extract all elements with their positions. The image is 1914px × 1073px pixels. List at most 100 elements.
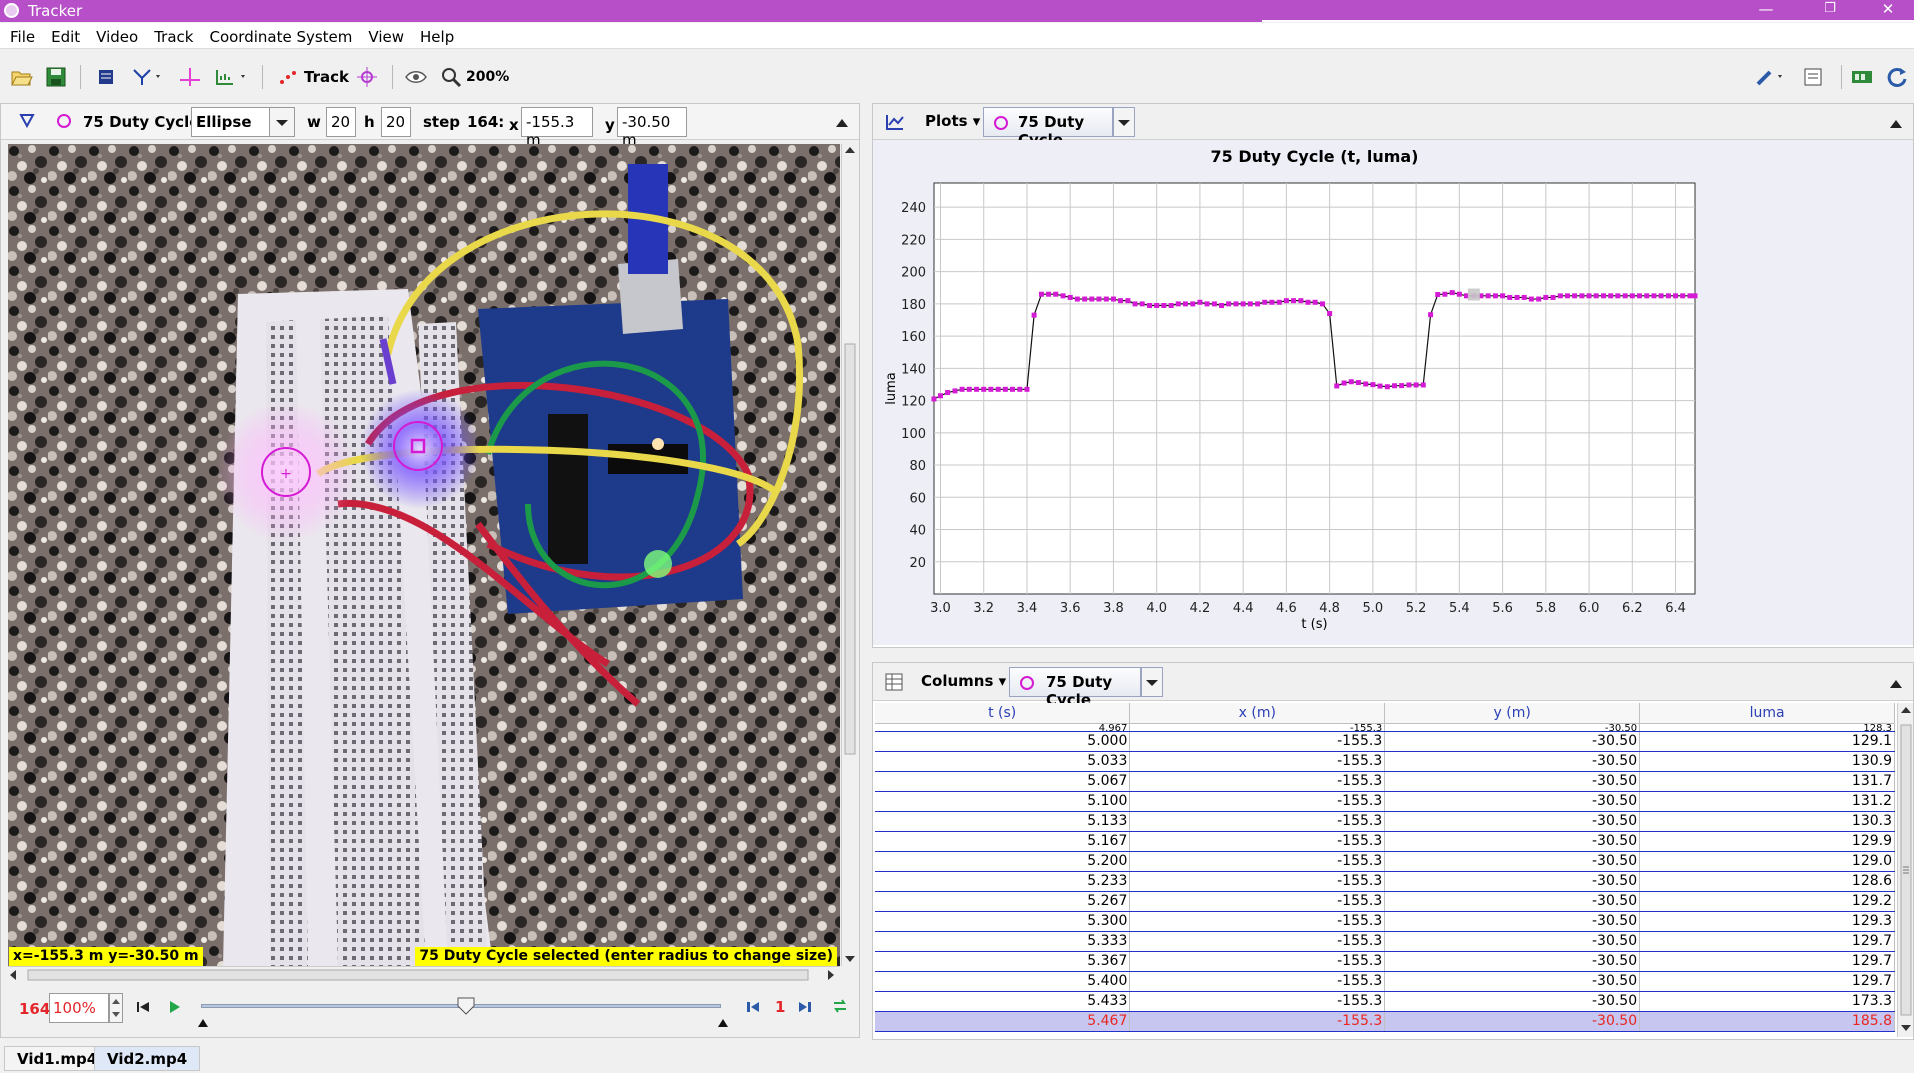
- plot-area[interactable]: 75 Duty Cycle (t, luma) 3.0 3.2 3.4 3.6 3.8 4.…: [873, 140, 1913, 645]
- tape-measure-icon[interactable]: [213, 62, 249, 92]
- track-name[interactable]: 75 Duty Cycle: [83, 113, 199, 131]
- column-header[interactable]: t (s): [875, 703, 1131, 724]
- rate-spinner[interactable]: [109, 993, 123, 1023]
- eye-icon[interactable]: [404, 62, 428, 92]
- step-size[interactable]: 1: [775, 998, 785, 1016]
- table-row[interactable]: 5.300 -155.3 -30.50 129.3: [875, 911, 1895, 932]
- y-tick-label: 200: [901, 266, 926, 281]
- table-cell: 129.7: [1639, 931, 1895, 952]
- zoom-button[interactable]: 200%: [440, 62, 509, 92]
- table-cell: 129.1: [1639, 731, 1895, 752]
- column-header[interactable]: x (m): [1129, 703, 1386, 724]
- table-cell: -155.3: [1129, 751, 1386, 772]
- autotracker-icon[interactable]: [356, 62, 378, 92]
- collapse-up-icon[interactable]: [835, 115, 849, 133]
- clip-settings-icon[interactable]: [96, 62, 116, 92]
- restore-button[interactable]: ❐: [1808, 0, 1852, 20]
- track-button[interactable]: Track: [278, 62, 349, 92]
- minimize-button[interactable]: —: [1744, 0, 1788, 20]
- table-row[interactable]: 5.200 -155.3 -30.50 129.0: [875, 851, 1895, 872]
- rewind-to-start-icon[interactable]: [135, 999, 151, 1019]
- plot-track-dropdown-arrow[interactable]: [1113, 107, 1135, 137]
- svg-text:+: +: [280, 466, 292, 482]
- loop-icon[interactable]: [831, 998, 849, 1018]
- menu-view[interactable]: View: [358, 23, 410, 46]
- column-header[interactable]: luma: [1639, 703, 1895, 724]
- menu-track[interactable]: Track: [144, 23, 199, 46]
- table-row[interactable]: 5.267 -155.3 -30.50 129.2: [875, 891, 1895, 912]
- table-row[interactable]: 5.000 -155.3 -30.50 129.1: [875, 731, 1895, 752]
- menu-coordinate-system[interactable]: Coordinate System: [199, 23, 358, 46]
- table-cell: -30.50: [1384, 911, 1641, 932]
- plot-track-button[interactable]: 75 Duty Cycle: [983, 107, 1113, 149]
- table-row[interactable]: 5.033 -155.3 -30.50 130.9: [875, 751, 1895, 772]
- table-track-button[interactable]: 75 Duty Cycle: [1009, 667, 1141, 709]
- notes-icon[interactable]: [1802, 62, 1824, 92]
- data-point: [1687, 293, 1693, 299]
- table-row-selected[interactable]: 5.467 -155.3 -30.50 185.8: [875, 1011, 1895, 1032]
- start-marker-icon[interactable]: [197, 1014, 209, 1032]
- play-icon[interactable]: [167, 999, 183, 1019]
- height-field[interactable]: 20: [381, 107, 411, 137]
- table-row[interactable]: 5.133 -155.3 -30.50 130.3: [875, 811, 1895, 832]
- data-point: [1615, 293, 1621, 299]
- menu-help[interactable]: Help: [410, 23, 460, 46]
- table-cell: 5.133: [875, 811, 1131, 832]
- frame-number[interactable]: 164: [19, 1000, 50, 1018]
- luma-time-chart[interactable]: 75 Duty Cycle (t, luma) 3.0 3.2 3.4 3.6 3.8 4.…: [873, 140, 1913, 645]
- table-cell: -30.50: [1384, 791, 1641, 812]
- column-header[interactable]: y (m): [1384, 703, 1641, 724]
- table-row-partial[interactable]: 4.967 -155.3 -30.50 128.3: [875, 723, 1895, 732]
- menu-file[interactable]: File: [0, 23, 41, 46]
- x-tick-label: 4.0: [1146, 601, 1167, 616]
- table-cell: 130.9: [1639, 751, 1895, 772]
- playback-rate-field[interactable]: 100%: [49, 993, 109, 1023]
- track-menu-triangle-icon[interactable]: [19, 112, 35, 132]
- table-row[interactable]: 5.233 -155.3 -30.50 128.6: [875, 871, 1895, 892]
- data-point: [959, 386, 965, 392]
- y-tick-label: 20: [909, 556, 926, 571]
- video-frame[interactable]: +: [8, 144, 840, 966]
- step-back-icon[interactable]: [745, 999, 761, 1019]
- refresh-icon[interactable]: [1886, 62, 1908, 92]
- close-button[interactable]: ✕: [1866, 0, 1910, 20]
- width-field[interactable]: 20: [326, 107, 356, 137]
- table-row[interactable]: 5.400 -155.3 -30.50 129.7: [875, 971, 1895, 992]
- coordinate-axes-icon[interactable]: [178, 62, 202, 92]
- menu-edit[interactable]: Edit: [41, 23, 86, 46]
- x-tick-label: 3.6: [1060, 601, 1081, 616]
- menu-video[interactable]: Video: [86, 23, 144, 46]
- x-field[interactable]: -155.3 m: [521, 107, 593, 149]
- table-row[interactable]: 5.333 -155.3 -30.50 129.7: [875, 931, 1895, 952]
- shape-dropdown-arrow[interactable]: [269, 107, 295, 137]
- table-vertical-scrollbar[interactable]: [1897, 703, 1913, 1037]
- y-field[interactable]: -30.50 m: [617, 107, 687, 149]
- table-row[interactable]: 5.067 -155.3 -30.50 131.7: [875, 771, 1895, 792]
- tab-vid2[interactable]: Vid2.mp4: [94, 1046, 201, 1071]
- timeline-slider-thumb[interactable]: [456, 996, 476, 1020]
- video-vertical-scrollbar[interactable]: [841, 144, 857, 966]
- table-collapse-icon[interactable]: [1889, 676, 1903, 694]
- calibration-tools-icon[interactable]: [130, 62, 164, 92]
- table-cell: 5.367: [875, 951, 1131, 972]
- data-point: [1550, 294, 1556, 300]
- columns-menu-button[interactable]: Columns ▾: [913, 667, 1014, 697]
- pencil-drawing-icon[interactable]: [1754, 62, 1790, 92]
- table-track-dropdown-arrow[interactable]: [1141, 667, 1163, 697]
- end-marker-icon[interactable]: [717, 1014, 729, 1032]
- data-table[interactable]: t (s) x (m) y (m) luma 4.967 -155.3 -30.50 128…: [875, 703, 1895, 1032]
- open-folder-icon[interactable]: [10, 62, 34, 92]
- table-row[interactable]: 5.433 -155.3 -30.50 173.3: [875, 991, 1895, 1012]
- table-row[interactable]: 5.367 -155.3 -30.50 129.7: [875, 951, 1895, 972]
- plot-collapse-icon[interactable]: [1889, 116, 1903, 134]
- table-row[interactable]: 5.167 -155.3 -30.50 129.9: [875, 831, 1895, 852]
- x-tick-label: 5.6: [1492, 601, 1513, 616]
- step-forward-icon[interactable]: [797, 999, 813, 1019]
- table-row[interactable]: 5.100 -155.3 -30.50 131.2: [875, 791, 1895, 812]
- plots-menu-button[interactable]: Plots ▾: [917, 107, 988, 137]
- video-horizontal-scrollbar[interactable]: [8, 966, 840, 982]
- data-point: [1608, 293, 1614, 299]
- save-icon[interactable]: [45, 62, 67, 92]
- filmstrip-icon[interactable]: [1850, 62, 1874, 92]
- table-cell: 5.433: [875, 991, 1131, 1012]
